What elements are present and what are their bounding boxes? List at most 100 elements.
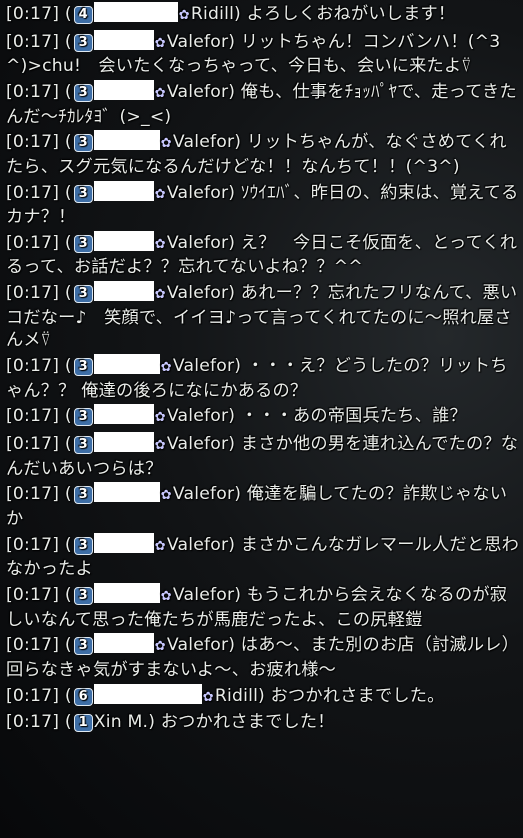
sender-world: Valefor (166, 283, 229, 304)
timestamp: [0:17] (6, 712, 60, 733)
linkshell-3-icon: 3 (73, 486, 93, 505)
paren-open: ( (64, 585, 72, 606)
timestamp: [0:17] (6, 635, 60, 656)
linkshell-3-icon: 3 (73, 408, 93, 427)
timestamp: [0:17] (6, 132, 60, 153)
timestamp: [0:17] (6, 182, 60, 203)
chat-line: [0:17] (3 ✿Valefor) え？ 今日こそ仮面を、とってくれるって、お… (6, 230, 519, 279)
timestamp: [0:17] (6, 534, 60, 555)
world-flower-icon: ✿ (160, 360, 172, 376)
redacted-name (93, 683, 202, 704)
chat-line: [0:17] (3 ✿Valefor) リットちゃん！コンバンハ！(^3^)>ch… (6, 29, 519, 78)
linkshell-3-icon: 3 (73, 134, 93, 153)
linkshell-3-icon: 3 (73, 637, 93, 656)
world-flower-icon: ✿ (202, 689, 214, 705)
linkshell-6-icon: 6 (73, 687, 93, 706)
sender-world: Valefor (166, 434, 229, 455)
chat-line: [0:17] (1 Xin M.) おつかれさまでした！ (6, 711, 519, 734)
sender-world: Valefor (166, 534, 229, 555)
timestamp: [0:17] (6, 82, 60, 103)
chat-line: [0:17] (3 ✿Valefor) まさか他の男を連れ込んでたの？なんだいあい… (6, 432, 519, 480)
timestamp: [0:17] (6, 484, 60, 505)
world-flower-icon: ✿ (160, 136, 172, 152)
paren-open: ( (64, 434, 72, 455)
redacted-name (93, 29, 154, 50)
world-flower-icon: ✿ (154, 639, 166, 655)
sender-world: Valefor (166, 232, 229, 253)
world-flower-icon: ✿ (154, 538, 166, 554)
chat-line: [0:17] (3 ✿Valefor) 俺も、仕事をﾁｮｯﾊﾟﾔで、走ってきたんだ… (6, 80, 519, 128)
paren-open: ( (64, 4, 72, 24)
chat-line: [0:17] (3 ✿Valefor) リットちゃんが、なぐさめてくれたら、スグ元… (6, 130, 519, 178)
linkshell-3-icon: 3 (73, 536, 93, 555)
sender-world: Valefor (166, 82, 229, 103)
paren-open: ( (64, 685, 72, 706)
linkshell-3-icon: 3 (73, 184, 93, 203)
paren-open: ( (64, 356, 72, 377)
timestamp: [0:17] (6, 4, 60, 24)
sender-world: Valefor (166, 635, 229, 656)
paren-open: ( (64, 232, 72, 253)
world-flower-icon: ✿ (154, 438, 166, 454)
sender-world: Valefor (172, 585, 235, 606)
paren-open: ( (64, 534, 72, 555)
redacted-name (93, 354, 160, 375)
linkshell-3-icon: 3 (73, 33, 93, 52)
redacted-name (93, 281, 154, 302)
sender-world: Ridill (214, 685, 259, 706)
timestamp: [0:17] (6, 585, 60, 606)
sender-name: Xin M. (93, 712, 149, 733)
chat-line: [0:17] (3 ✿Valefor) まさかこんなガレマール人だと思わなかったよ (6, 532, 519, 581)
paren-open: ( (64, 283, 72, 304)
world-flower-icon: ✿ (154, 35, 166, 51)
paren-open: ( (64, 182, 72, 203)
timestamp: [0:17] (6, 283, 60, 304)
chat-line: [0:17] (4 ✿Ridill) よろしくおねがいします！ (6, 2, 519, 28)
timestamp: [0:17] (6, 31, 60, 52)
chat-line: [0:17] (6 ✿Ridill) おつかれさまでした。 (6, 683, 519, 710)
timestamp: [0:17] (6, 356, 60, 377)
paren-open: ( (64, 406, 72, 427)
redacted-name (93, 230, 154, 251)
sender-world: Valefor (166, 31, 229, 52)
redacted-name (93, 404, 154, 425)
chat-line: [0:17] (3 ✿Valefor) ・・・あの帝国兵たち、誰？ (6, 404, 519, 430)
linkshell-1-icon: 1 (73, 714, 93, 733)
world-flower-icon: ✿ (154, 236, 166, 252)
redacted-name (93, 633, 154, 654)
chat-line: [0:17] (3 ✿Valefor) ｿｳｲｴﾊﾞ、昨日の、約束は、覚えてるカナ… (6, 180, 519, 229)
message-text: おつかれさまでした。 (264, 685, 445, 706)
linkshell-3-icon: 3 (73, 234, 93, 253)
redacted-name (93, 532, 154, 553)
paren-open: ( (64, 484, 72, 505)
world-flower-icon: ✿ (154, 186, 166, 202)
world-flower-icon: ✿ (178, 8, 190, 23)
chat-line: [0:17] (3 ✿Valefor) ・・・え？どうしたの？リットちゃん？？ 俺… (6, 354, 519, 402)
paren-open: ( (64, 31, 72, 52)
sender-world: Valefor (166, 182, 229, 203)
timestamp: [0:17] (6, 232, 60, 253)
redacted-name (93, 583, 160, 604)
redacted-name (93, 130, 160, 151)
chat-line: [0:17] (3 ✿Valefor) あれー？？忘れたフリなんて、悪いコだなー♪… (6, 281, 519, 352)
linkshell-3-icon: 3 (73, 587, 93, 606)
paren-open: ( (64, 82, 72, 103)
linkshell-3-icon: 3 (73, 84, 93, 103)
linkshell-3-icon: 3 (73, 436, 93, 455)
linkshell-3-icon: 3 (73, 285, 93, 304)
world-flower-icon: ✿ (160, 589, 172, 605)
sender-world: Valefor (166, 406, 229, 427)
redacted-name (93, 432, 154, 453)
paren-close: ) (258, 685, 265, 706)
message-text: よろしくおねがいします！ (240, 4, 456, 24)
linkshell-4-icon: 4 (73, 6, 93, 24)
world-flower-icon: ✿ (154, 86, 166, 102)
redacted-name (93, 2, 178, 22)
timestamp: [0:17] (6, 685, 60, 706)
chat-log: [0:17] (4 ✿Ridill) よろしくおねがいします！ [0:17] (3… (6, 2, 519, 736)
paren-open: ( (64, 712, 72, 733)
timestamp: [0:17] (6, 406, 60, 427)
paren-close: ) (234, 4, 241, 24)
message-text: おつかれさまでした！ (155, 712, 335, 733)
redacted-name (93, 482, 160, 503)
